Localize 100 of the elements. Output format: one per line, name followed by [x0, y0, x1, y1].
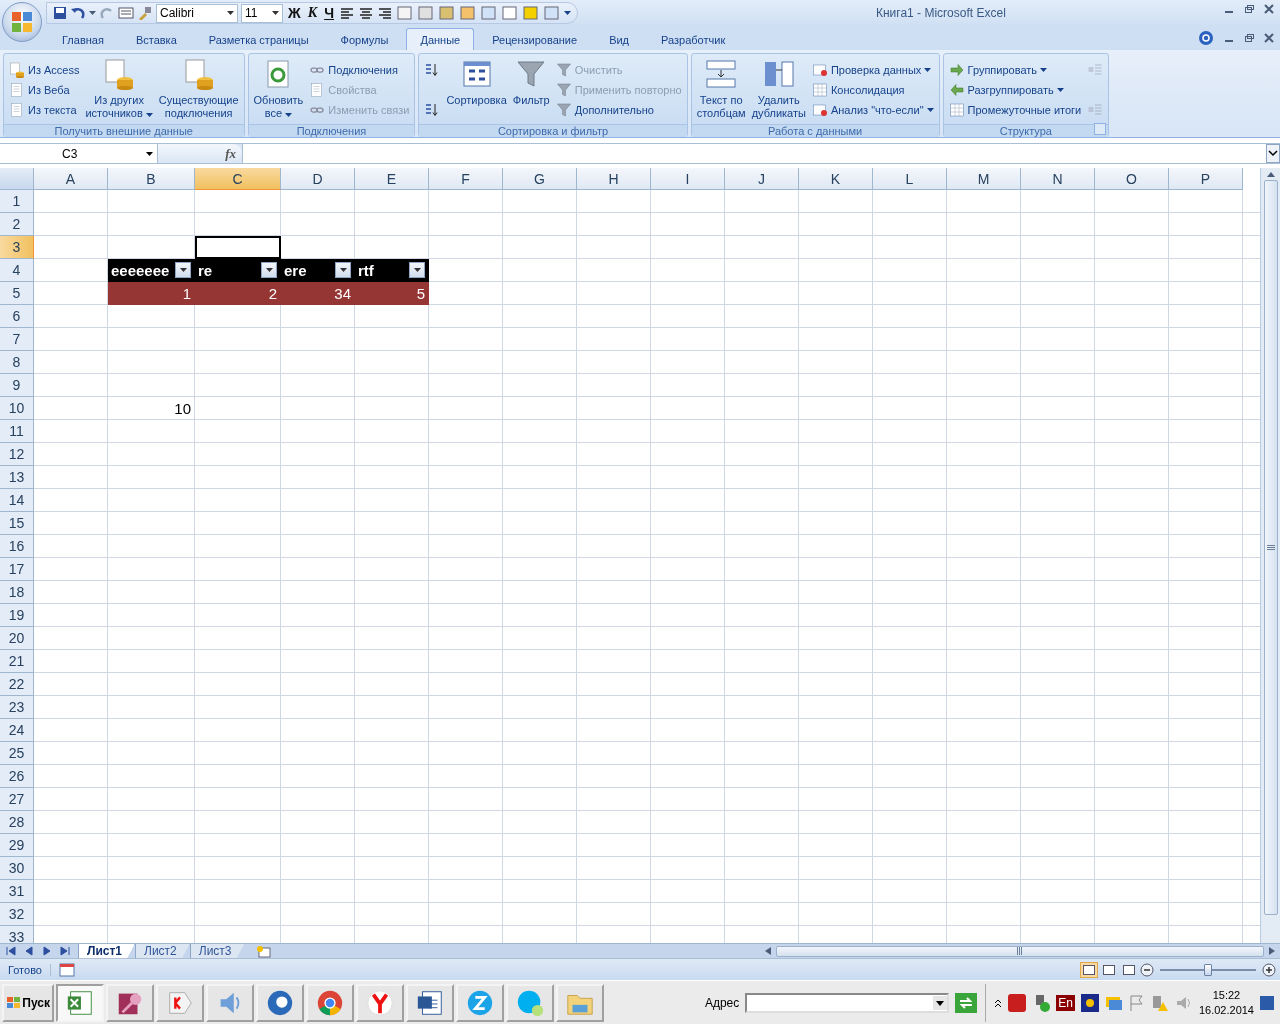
row-header[interactable]: 9 — [0, 374, 34, 397]
row-header[interactable]: 28 — [0, 811, 34, 834]
row-header[interactable]: 19 — [0, 604, 34, 627]
sheet-tab[interactable]: Лист2 — [135, 943, 190, 959]
network-warning-icon[interactable] — [1150, 993, 1169, 1012]
column-header[interactable]: E — [355, 168, 429, 190]
align-icon[interactable] — [377, 6, 393, 20]
row-header[interactable]: 27 — [0, 788, 34, 811]
ribbon-tab[interactable]: Главная — [48, 28, 118, 50]
row-header[interactable]: 13 — [0, 466, 34, 489]
go-icon[interactable] — [955, 992, 978, 1013]
zoom-out-icon[interactable] — [1140, 962, 1154, 977]
ribbon-button[interactable]: Из других источников — [83, 56, 155, 124]
column-header[interactable]: O — [1095, 168, 1169, 190]
table-header-cell[interactable]: ere — [281, 259, 355, 282]
restore-icon[interactable] — [1244, 4, 1254, 14]
function-label[interactable]: fx — [225, 145, 236, 162]
row-header[interactable]: 25 — [0, 742, 34, 765]
table-header-cell[interactable]: rtf — [355, 259, 429, 282]
chevron-icon[interactable] — [994, 997, 1003, 1008]
undo-icon[interactable] — [70, 6, 86, 20]
row-header[interactable]: 17 — [0, 558, 34, 581]
row-header[interactable]: 24 — [0, 719, 34, 742]
column-header[interactable]: N — [1021, 168, 1095, 190]
row-header[interactable]: 8 — [0, 351, 34, 374]
format-button[interactable]: Ч — [322, 3, 336, 23]
ribbon-button[interactable]: Проверка данных — [809, 60, 936, 80]
scroll-right-icon[interactable] — [1268, 946, 1276, 956]
ribbon-button[interactable]: Удалить дубликаты — [749, 56, 808, 124]
ribbon-tab[interactable]: Данные — [406, 28, 475, 50]
formula-field[interactable] — [242, 144, 1280, 163]
row-header[interactable]: 26 — [0, 765, 34, 788]
column-header[interactable]: G — [503, 168, 577, 190]
row-header[interactable]: 22 — [0, 673, 34, 696]
format-button[interactable]: К — [305, 3, 320, 23]
toolbar-icon[interactable] — [522, 5, 540, 21]
row-header[interactable]: 1 — [0, 190, 34, 213]
sheet-nav-icon[interactable] — [6, 946, 16, 956]
sheet-tab[interactable]: Лист1 — [78, 943, 136, 959]
toolbar-icon[interactable] — [459, 5, 477, 21]
column-header[interactable]: P — [1169, 168, 1243, 190]
filter-button[interactable] — [261, 262, 277, 278]
column-header[interactable]: D — [281, 168, 355, 190]
ribbon-tab[interactable]: Разметка страницы — [194, 28, 323, 50]
expand-icon[interactable] — [1266, 144, 1280, 163]
row-header[interactable]: 12 — [0, 443, 34, 466]
ribbon-button[interactable]: Анализ "что-если" — [809, 100, 936, 120]
taskbar-button[interactable] — [356, 983, 404, 1022]
ribbon-button[interactable]: Промежуточные итоги — [946, 100, 1084, 120]
row-header[interactable]: 30 — [0, 857, 34, 880]
taskbar-button[interactable] — [156, 983, 204, 1022]
column-header[interactable]: H — [577, 168, 651, 190]
brush-icon[interactable] — [137, 6, 153, 20]
help-icon[interactable] — [1198, 30, 1214, 46]
row-header[interactable]: 4 — [0, 259, 34, 282]
ribbon-tab[interactable]: Разработчик — [647, 28, 740, 50]
scroll-up-icon[interactable] — [1265, 170, 1276, 178]
scrollbar-thumb[interactable] — [776, 945, 1264, 957]
ribbon-button[interactable]: Консолидация — [809, 80, 936, 100]
new-sheet-icon[interactable] — [254, 944, 273, 958]
row-header[interactable]: 20 — [0, 627, 34, 650]
scrollbar-thumb[interactable] — [1263, 180, 1278, 915]
zoom-thumb[interactable] — [1204, 963, 1212, 976]
sheet-nav-icon[interactable] — [60, 946, 70, 956]
clock[interactable]: 15:22 16.02.2014 — [1198, 987, 1254, 1018]
column-header[interactable]: B — [108, 168, 195, 190]
row-header[interactable]: 33 — [0, 926, 34, 943]
row-header[interactable]: 32 — [0, 903, 34, 926]
save-icon[interactable] — [53, 6, 67, 20]
font-size-field[interactable]: 11 — [241, 3, 283, 23]
ribbon-tab[interactable]: Рецензирование — [478, 28, 592, 50]
column-header[interactable]: K — [799, 168, 873, 190]
close-icon[interactable] — [1264, 33, 1274, 43]
ribbon-tab[interactable]: Вид — [595, 28, 644, 50]
row-header[interactable]: 16 — [0, 535, 34, 558]
taskbar-button[interactable] — [406, 983, 454, 1022]
ribbon-button[interactable]: Разгруппировать — [946, 80, 1084, 100]
column-header[interactable]: J — [725, 168, 799, 190]
row-header[interactable]: 10 — [0, 397, 34, 420]
table-cell[interactable]: 2 — [195, 282, 281, 305]
table-cell[interactable]: 5 — [355, 282, 429, 305]
start-button[interactable]: Пуск — [2, 983, 54, 1022]
macro-icon[interactable] — [58, 962, 75, 977]
row-header[interactable]: 23 — [0, 696, 34, 719]
table-cell[interactable]: 34 — [281, 282, 355, 305]
row-header[interactable]: 21 — [0, 650, 34, 673]
row-header[interactable]: 6 — [0, 305, 34, 328]
office-button[interactable] — [2, 2, 42, 42]
ribbon-button[interactable]: Обновить все — [251, 56, 306, 124]
ribbon-button[interactable]: Группировать — [946, 60, 1084, 80]
form-icon[interactable] — [118, 6, 134, 20]
scroll-left-icon[interactable] — [764, 946, 772, 956]
tray-app-icon[interactable] — [1008, 993, 1027, 1012]
row-header[interactable]: 31 — [0, 880, 34, 903]
ribbon-button[interactable]: Из текста — [7, 100, 82, 120]
language-indicator[interactable]: En — [1056, 994, 1075, 1011]
table-header-cell[interactable]: eeeeeee — [108, 259, 195, 282]
ribbon-button[interactable]: Текст по столбцам — [694, 56, 748, 124]
taskbar-button[interactable] — [306, 983, 354, 1022]
row-header[interactable]: 11 — [0, 420, 34, 443]
